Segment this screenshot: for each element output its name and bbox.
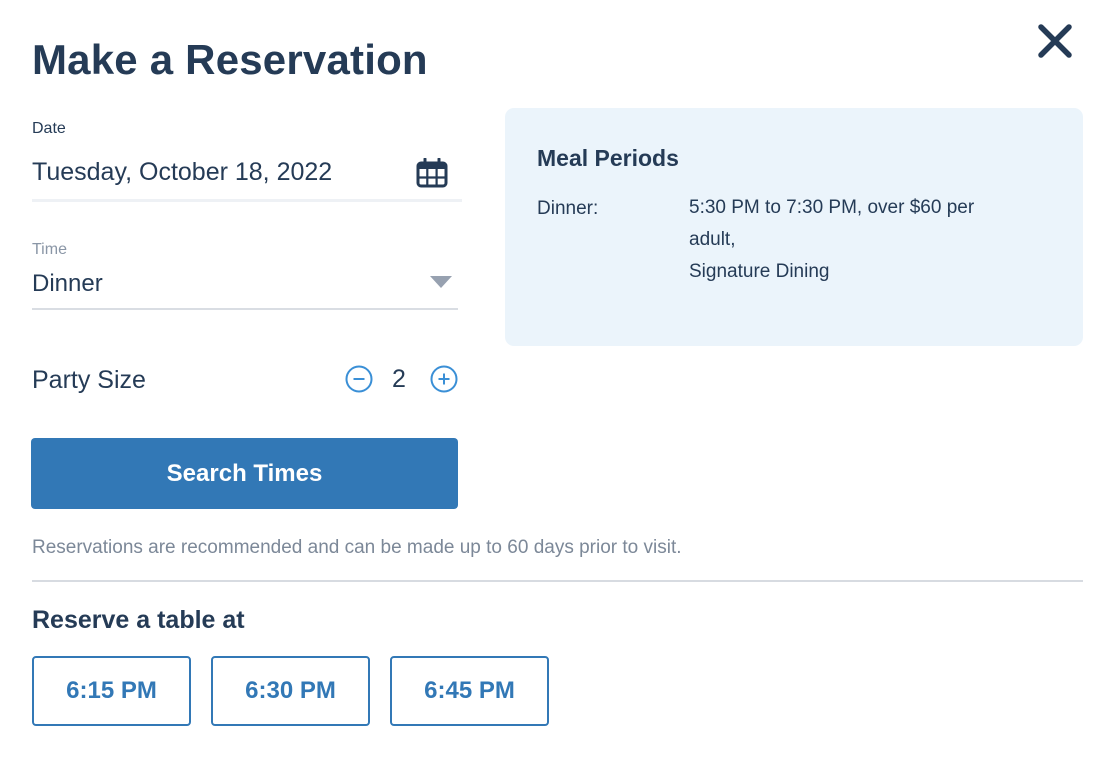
close-button[interactable] (1036, 22, 1074, 60)
search-times-button[interactable]: Search Times (31, 438, 458, 509)
time-slot-button[interactable]: 6:45 PM (390, 656, 549, 726)
plus-circle-icon (430, 365, 458, 393)
time-slot-list: 6:15 PM 6:30 PM 6:45 PM (32, 656, 549, 726)
meal-period-line: adult, (689, 229, 736, 250)
time-label: Time (32, 241, 67, 258)
increment-party-size-button[interactable] (430, 365, 458, 393)
time-slot-button[interactable]: 6:30 PM (211, 656, 370, 726)
meal-periods-title: Meal Periods (537, 145, 679, 171)
party-size-label: Party Size (32, 366, 146, 394)
time-underline (32, 308, 458, 310)
date-underline (32, 199, 462, 202)
time-slot-button[interactable]: 6:15 PM (32, 656, 191, 726)
dialog-title: Make a Reservation (32, 36, 428, 83)
reserve-heading: Reserve a table at (32, 606, 245, 634)
meal-period-name: Dinner: (537, 198, 599, 219)
date-label: Date (32, 120, 66, 137)
decrement-party-size-button[interactable] (345, 365, 373, 393)
meal-period-line: 5:30 PM to 7:30 PM, over $60 per (689, 197, 975, 218)
reservation-note: Reservations are recommended and can be … (32, 537, 682, 558)
meal-periods-card: Meal Periods Dinner: 5:30 PM to 7:30 PM,… (505, 108, 1083, 346)
close-icon (1038, 24, 1072, 58)
dropdown-arrow-icon[interactable] (430, 276, 452, 288)
party-size-value: 2 (392, 365, 406, 393)
calendar-icon[interactable] (416, 157, 448, 188)
meal-period-line: Signature Dining (689, 261, 830, 282)
minus-circle-icon (345, 365, 373, 393)
date-field[interactable]: Tuesday, October 18, 2022 (32, 158, 332, 187)
section-divider (32, 580, 1083, 582)
meal-period-description: 5:30 PM to 7:30 PM, over $60 per adult, … (689, 192, 1059, 288)
time-select[interactable]: Dinner (32, 270, 103, 298)
